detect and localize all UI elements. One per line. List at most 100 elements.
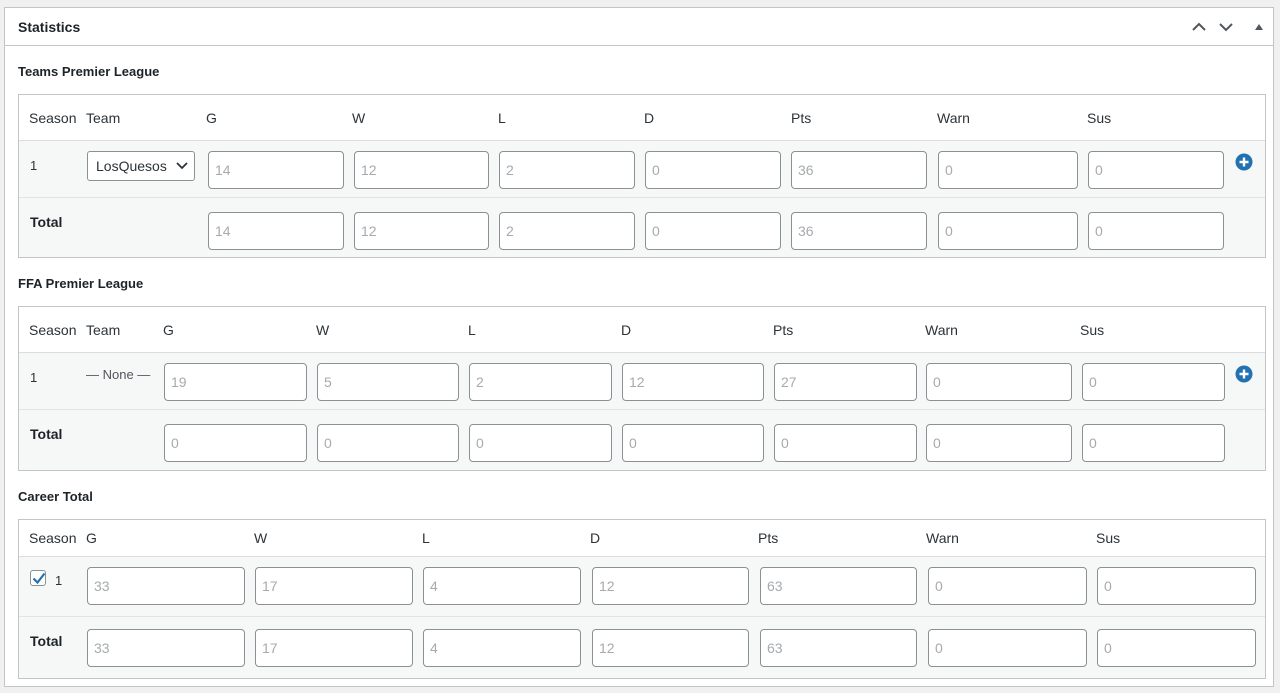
w-total-input[interactable]: 17 — [255, 629, 413, 667]
triangle-up-icon — [1255, 24, 1263, 30]
col-season: Season — [29, 110, 77, 126]
total-row: Total 33 17 4 12 63 0 0 — [19, 617, 1265, 678]
pts-total-input[interactable]: 0 — [774, 424, 917, 462]
col-pts: Pts — [758, 530, 779, 546]
g-input[interactable]: 14 — [208, 151, 344, 189]
warn-input[interactable]: 0 — [938, 151, 1078, 189]
w-total-input[interactable]: 0 — [317, 424, 459, 462]
col-pts: Pts — [773, 322, 794, 338]
warn-input[interactable]: 0 — [926, 363, 1072, 401]
d-total-input[interactable]: 0 — [645, 212, 781, 250]
season-value: 1 — [30, 370, 38, 385]
col-l: L — [468, 322, 476, 338]
move-up-button[interactable] — [1190, 18, 1208, 36]
col-d: D — [644, 110, 655, 126]
move-down-button[interactable] — [1217, 18, 1235, 36]
sus-input[interactable]: 0 — [1082, 363, 1225, 401]
sus-input[interactable]: 0 — [1097, 567, 1256, 605]
sus-total-input[interactable]: 0 — [1088, 212, 1224, 250]
l-total-input[interactable]: 4 — [423, 629, 581, 667]
table-row: 1 33 17 4 12 63 0 0 — [19, 557, 1265, 617]
add-circle-icon[interactable] — [1235, 365, 1253, 383]
warn-input[interactable]: 0 — [928, 567, 1087, 605]
sus-total-input[interactable]: 0 — [1082, 424, 1225, 462]
w-input[interactable]: 5 — [317, 363, 459, 401]
col-l: L — [422, 530, 430, 546]
season-value: 1 — [30, 158, 38, 173]
w-input[interactable]: 12 — [354, 151, 489, 189]
season-checkbox[interactable] — [30, 570, 46, 586]
col-sus: Sus — [1087, 110, 1112, 126]
col-sus: Sus — [1096, 530, 1121, 546]
col-w: W — [352, 110, 366, 126]
l-input[interactable]: 2 — [499, 151, 635, 189]
stats-table-ffa-premier: Season Team G W L D Pts Warn Sus 1 — Non… — [18, 306, 1266, 471]
team-select[interactable]: LosQuesos — [87, 151, 195, 181]
l-input[interactable]: 4 — [423, 567, 581, 605]
d-total-input[interactable]: 0 — [622, 424, 764, 462]
col-warn: Warn — [937, 110, 970, 126]
statistics-panel: Statistics Teams Premier League Season T… — [4, 7, 1274, 687]
col-w: W — [316, 322, 330, 338]
warn-total-input[interactable]: 0 — [926, 424, 1072, 462]
table-header-row: Season G W L D Pts Warn Sus — [19, 520, 1265, 557]
chevron-down-icon — [176, 162, 188, 170]
g-total-input[interactable]: 14 — [208, 212, 344, 250]
col-g: G — [163, 322, 174, 338]
table-header-row: Season Team G W L D Pts Warn Sus — [19, 95, 1265, 141]
stats-table-career-total: Season G W L D Pts Warn Sus 1 33 17 4 12… — [18, 519, 1266, 679]
panel-header: Statistics — [5, 8, 1273, 46]
l-input[interactable]: 2 — [469, 363, 612, 401]
col-season: Season — [29, 322, 77, 338]
pts-total-input[interactable]: 36 — [791, 212, 927, 250]
col-pts: Pts — [791, 110, 812, 126]
d-input[interactable]: 0 — [645, 151, 781, 189]
sus-input[interactable]: 0 — [1088, 151, 1224, 189]
col-g: G — [86, 530, 97, 546]
section-title: Career Total — [18, 489, 93, 504]
total-label: Total — [30, 633, 63, 649]
total-label: Total — [30, 426, 63, 442]
pts-input[interactable]: 36 — [791, 151, 927, 189]
col-season: Season — [29, 530, 77, 546]
total-row: Total 14 12 2 0 36 0 0 — [19, 198, 1265, 257]
toggle-panel-button[interactable] — [1250, 18, 1268, 36]
col-g: G — [206, 110, 217, 126]
total-row: Total 0 0 0 0 0 0 0 — [19, 410, 1265, 470]
season-value: 1 — [55, 573, 63, 588]
add-circle-icon[interactable] — [1235, 153, 1253, 171]
col-warn: Warn — [926, 530, 959, 546]
d-input[interactable]: 12 — [622, 363, 764, 401]
warn-total-input[interactable]: 0 — [938, 212, 1078, 250]
g-input[interactable]: 33 — [87, 567, 245, 605]
table-row: 1 — None — 19 5 2 12 27 0 0 — [19, 353, 1265, 410]
panel-title: Statistics — [18, 19, 81, 35]
col-d: D — [621, 322, 632, 338]
l-total-input[interactable]: 0 — [469, 424, 612, 462]
table-row: 1 LosQuesos 14 12 2 0 36 0 0 — [19, 141, 1265, 198]
w-total-input[interactable]: 12 — [354, 212, 489, 250]
sus-total-input[interactable]: 0 — [1097, 629, 1256, 667]
pts-input[interactable]: 63 — [760, 567, 917, 605]
chevron-up-icon — [1192, 22, 1206, 31]
g-input[interactable]: 19 — [164, 363, 307, 401]
section-title: FFA Premier League — [18, 276, 144, 291]
col-sus: Sus — [1080, 322, 1105, 338]
stats-table-teams-premier: Season Team G W L D Pts Warn Sus 1 LosQu… — [18, 94, 1266, 258]
w-input[interactable]: 17 — [255, 567, 413, 605]
d-total-input[interactable]: 12 — [592, 629, 749, 667]
col-team: Team — [86, 110, 121, 126]
g-total-input[interactable]: 33 — [87, 629, 245, 667]
table-header-row: Season Team G W L D Pts Warn Sus — [19, 307, 1265, 353]
team-select-value: LosQuesos — [96, 158, 167, 174]
section-title: Teams Premier League — [18, 64, 160, 79]
team-none-label: — None — — [86, 367, 151, 382]
pts-total-input[interactable]: 63 — [760, 629, 917, 667]
pts-input[interactable]: 27 — [774, 363, 917, 401]
g-total-input[interactable]: 0 — [164, 424, 307, 462]
l-total-input[interactable]: 2 — [499, 212, 635, 250]
warn-total-input[interactable]: 0 — [928, 629, 1087, 667]
col-warn: Warn — [925, 322, 958, 338]
d-input[interactable]: 12 — [592, 567, 749, 605]
total-label: Total — [30, 214, 63, 230]
